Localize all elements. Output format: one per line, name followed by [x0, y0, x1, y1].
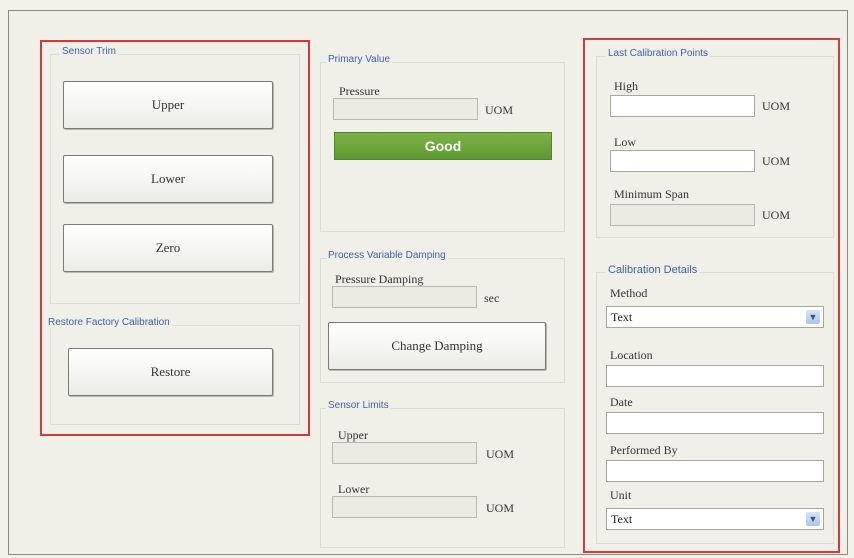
- limit-upper-label: Upper: [338, 428, 368, 442]
- trim-lower-button[interactable]: Lower: [63, 155, 273, 203]
- restore-factory-title: Restore Factory Calibration: [46, 317, 172, 328]
- low-field[interactable]: [610, 150, 755, 172]
- limit-upper-uom: UOM: [486, 447, 515, 461]
- last-calibration-title: Last Calibration Points: [606, 48, 711, 59]
- trim-zero-button[interactable]: Zero: [63, 224, 273, 272]
- calibration-details-title: Calibration Details: [606, 264, 700, 276]
- min-span-field: [610, 204, 755, 226]
- damping-unit: sec: [484, 291, 500, 305]
- sensor-limits-title: Sensor Limits: [326, 400, 391, 411]
- pressure-damping-label: Pressure Damping: [335, 272, 424, 286]
- unit-label: Unit: [610, 488, 632, 502]
- date-label: Date: [610, 395, 633, 409]
- pressure-field: [333, 98, 478, 120]
- pressure-label: Pressure: [339, 84, 380, 98]
- date-field[interactable]: [606, 412, 824, 434]
- limit-lower-label: Lower: [338, 482, 370, 496]
- trim-upper-button[interactable]: Upper: [63, 81, 273, 129]
- performed-by-label: Performed By: [610, 443, 678, 457]
- min-span-uom: UOM: [762, 208, 791, 222]
- pressure-damping-field: [332, 286, 477, 308]
- high-label: High: [614, 79, 638, 93]
- low-label: Low: [614, 135, 636, 149]
- primary-value-title: Primary Value: [326, 54, 393, 65]
- restore-button[interactable]: Restore: [68, 348, 273, 396]
- pressure-uom: UOM: [485, 103, 514, 117]
- min-span-label: Minimum Span: [614, 187, 690, 201]
- unit-dropdown[interactable]: Text ▼: [606, 508, 824, 530]
- method-dropdown[interactable]: Text ▼: [606, 306, 824, 328]
- chevron-down-icon[interactable]: ▼: [806, 512, 820, 526]
- sensor-trim-title: Sensor Trim: [60, 46, 118, 57]
- limit-lower-uom: UOM: [486, 501, 515, 515]
- high-field[interactable]: [610, 95, 755, 117]
- chevron-down-icon[interactable]: ▼: [806, 310, 820, 324]
- location-field[interactable]: [606, 365, 824, 387]
- performed-by-field[interactable]: [606, 460, 824, 482]
- low-uom: UOM: [762, 154, 791, 168]
- pressure-status-indicator: Good: [334, 132, 552, 160]
- method-label: Method: [610, 286, 648, 300]
- damping-title: Process Variable Damping: [326, 250, 448, 261]
- change-damping-button[interactable]: Change Damping: [328, 322, 546, 370]
- unit-value: Text: [611, 511, 633, 526]
- method-value: Text: [611, 309, 633, 324]
- high-uom: UOM: [762, 99, 791, 113]
- limit-lower-field: [332, 496, 477, 518]
- limit-upper-field: [332, 442, 477, 464]
- location-label: Location: [610, 348, 653, 362]
